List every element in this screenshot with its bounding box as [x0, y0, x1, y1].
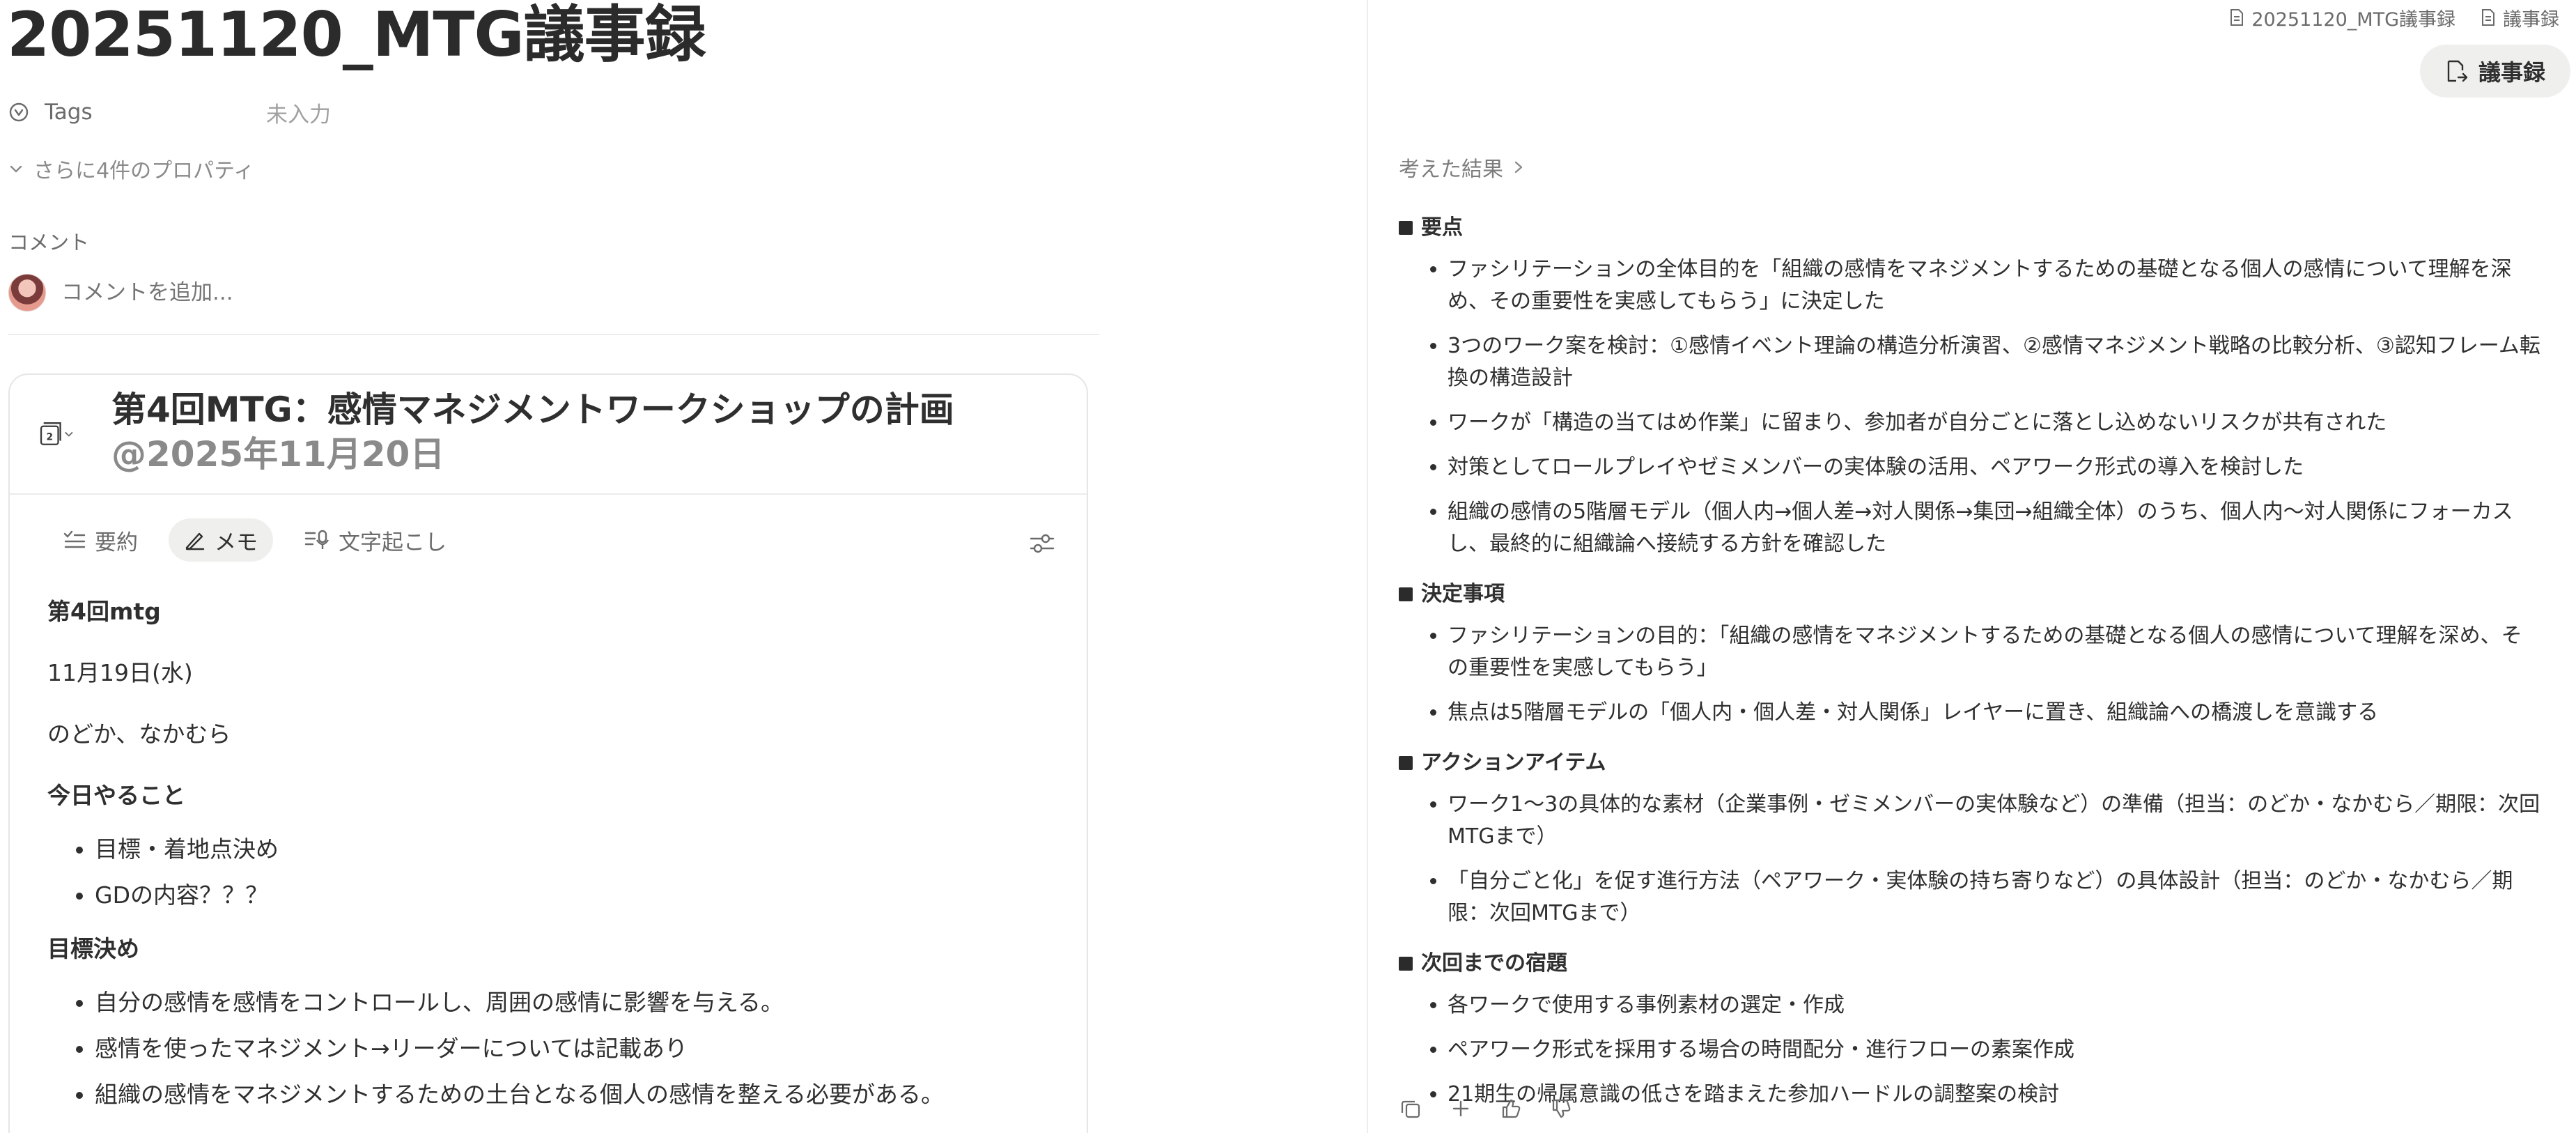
breadcrumb-label: 20251120_MTG議事録: [2251, 8, 2455, 31]
list-item: ファシリテーションの目的：「組織の感情をマネジメントするための基礎となる個人の感…: [1448, 620, 2541, 684]
document-pane: 20251120_MTG議事録 Tags 未入力 さらに4件のプロパティ コメン…: [0, 0, 1367, 1133]
card-icon-badge: 2: [47, 432, 54, 443]
list-item: 21期生の帰属意識の低さを踏まえた参加ハードルの調整案の検討: [1448, 1079, 2541, 1111]
tab-transcript-label: 文字起こし: [339, 530, 447, 555]
list-item: ファシリテーションの全体目的を「組織の感情をマネジメントするための基礎となる個人…: [1448, 254, 2541, 318]
list-item: 感情を使ったマネジメント→リーダーについては記載あり: [95, 1026, 1064, 1072]
add-icon[interactable]: [1449, 1097, 1473, 1120]
breadcrumb-item[interactable]: 20251120_MTG議事録: [2229, 4, 2455, 31]
meeting-notes-icon[interactable]: 2: [39, 417, 75, 453]
summary-list-icon: [63, 530, 86, 548]
property-tags[interactable]: Tags 未入力: [8, 95, 331, 130]
response-actions: [1399, 1097, 1573, 1120]
section-heading-label: 要点: [1421, 215, 1463, 240]
tab-memo[interactable]: メモ: [169, 518, 273, 562]
list-item: 対策としてロールプレイやゼミメンバーの実体験の活用、ペアワーク形式の導入を検討し…: [1448, 452, 2541, 484]
memo-heading: 今日やること: [47, 782, 185, 809]
breadcrumb-item[interactable]: 議事録: [2481, 4, 2559, 31]
section-heading-action-items: アクションアイテム: [1399, 741, 2541, 785]
thought-label: 考えた結果: [1399, 157, 1503, 182]
tab-memo-label: メモ: [215, 530, 258, 555]
section-heading-label: 決定事項: [1421, 582, 1505, 606]
tab-summary[interactable]: 要約: [47, 518, 153, 562]
section-heading-key-points: 要点: [1399, 206, 2541, 249]
list-item: 組織の感情をマネジメントするための土台となる個人の感情を整える必要がある。: [95, 1072, 1064, 1118]
ai-panel: 20251120_MTG議事録 議事録 議事録 考えた結果 要点 ファシリテーシ…: [1368, 0, 2576, 1133]
action-items-list: ワーク1〜3の具体的な素材（企業事例・ゼミメンバーの実体験など）の準備（担当：の…: [1399, 789, 2541, 930]
property-tags-label: Tags: [45, 100, 93, 125]
card-title-text: 第4回MTG：感情マネジメントワークショップの計画: [111, 390, 954, 430]
transcript-icon: [304, 530, 329, 549]
meeting-notes-card: 2 第4回MTG：感情マネジメントワークショップの計画 @2025年11月20日…: [8, 373, 1088, 1133]
divider: [8, 334, 1099, 335]
card-header: 2 第4回MTG：感情マネジメントワークショップの計画 @2025年11月20日: [10, 375, 1087, 495]
chevron-down-icon: [8, 161, 24, 176]
key-points-list: ファシリテーションの全体目的を「組織の感情をマネジメントするための基礎となる個人…: [1399, 254, 2541, 560]
settings-sliders-icon[interactable]: [1028, 530, 1056, 557]
memo-heading: 目標決め: [47, 935, 139, 962]
list-item: 焦点は5階層モデルの「個人内・個人差・対人関係」レイヤーに置き、組織論への橋渡し…: [1448, 697, 2541, 729]
thumbs-up-icon[interactable]: [1499, 1097, 1523, 1120]
list-item: 各ワークで使用する事例素材の選定・作成: [1448, 989, 2541, 1022]
comment-input[interactable]: [60, 279, 550, 306]
page-title[interactable]: 20251120_MTG議事録: [7, 0, 706, 70]
list-item: GDの内容？？？: [95, 872, 1064, 918]
tab-transcript[interactable]: 文字起こし: [288, 518, 462, 562]
property-tags-value[interactable]: 未入力: [266, 97, 331, 128]
section-heading-homework: 次回までの宿題: [1399, 942, 2541, 985]
square-bullet-icon: [1399, 756, 1413, 770]
section-heading-label: 次回までの宿題: [1421, 951, 1567, 976]
date-mention[interactable]: @2025年11月20日: [111, 434, 444, 475]
section-heading-decisions: 決定事項: [1399, 573, 2541, 616]
square-bullet-icon: [1399, 221, 1413, 235]
square-bullet-icon: [1399, 587, 1413, 601]
app-root: 20251120_MTG議事録 Tags 未入力 さらに4件のプロパティ コメン…: [0, 0, 2576, 1133]
list-item: 「自分ごと化」を促す進行方法（ペアワーク・実体験の持ち寄りなど）の具体設計（担当…: [1448, 865, 2541, 930]
list-item: 組織の感情の5階層モデル（個人内→個人差→対人関係→集団→組織全体）のうち、個人…: [1448, 496, 2541, 560]
goals-list: 自分の感情を感情をコントロールし、周囲の感情に影響を与える。 感情を使ったマネジ…: [47, 980, 1064, 1118]
copy-icon[interactable]: [1399, 1097, 1422, 1120]
comments-heading: コメント: [8, 231, 90, 254]
page-icon: [2482, 9, 2494, 26]
more-properties-toggle[interactable]: さらに4件のプロパティ: [8, 153, 254, 184]
memo-members: のどか、なかむら: [47, 720, 231, 748]
list-item: ワークが「構造の当てはめ作業」に留まり、参加者が自分ごとに落とし込めないリスクが…: [1448, 407, 2541, 439]
breadcrumb-label: 議事録: [2503, 8, 2559, 31]
list-item: 自分の感情を感情をコントロールし、周囲の感情に影響を与える。: [95, 980, 1064, 1026]
chevron-right-icon: [1514, 161, 1523, 174]
tag-icon: [8, 100, 32, 124]
todo-list: 目標・着地点決め GDの内容？？？: [47, 826, 1064, 918]
square-bullet-icon: [1399, 957, 1413, 971]
list-item: 3つのワーク案を検討：①感情イベント理論の構造分析演習、②感情マネジメント戦略の…: [1448, 330, 2541, 394]
insert-button-label: 議事録: [2478, 59, 2545, 86]
card-tabs: 要約 メモ 文字起こし: [47, 518, 462, 562]
page-icon: [2230, 9, 2244, 26]
thought-toggle[interactable]: 考えた結果: [1399, 152, 1524, 183]
list-item: 目標・着地点決め: [95, 826, 1064, 872]
section-heading-label: アクションアイテム: [1421, 750, 1606, 775]
memo-content[interactable]: 第4回mtg 11月19日(水) のどか、なかむら 今日やること 目標・着地点決…: [47, 581, 1064, 1118]
more-properties-label: さらに4件のプロパティ: [33, 159, 255, 183]
tab-summary-label: 要約: [95, 530, 138, 555]
insert-to-page-button[interactable]: 議事録: [2419, 45, 2570, 98]
thumbs-down-icon[interactable]: [1549, 1097, 1573, 1120]
pencil-icon: [185, 532, 205, 550]
insert-page-icon: [2447, 60, 2468, 82]
card-title[interactable]: 第4回MTG：感情マネジメントワークショップの計画 @2025年11月20日: [111, 387, 1066, 477]
decisions-list: ファシリテーションの目的：「組織の感情をマネジメントするための基礎となる個人の感…: [1399, 620, 2541, 729]
memo-heading: 第4回mtg: [47, 598, 161, 625]
summary-output: 要点 ファシリテーションの全体目的を「組織の感情をマネジメントするための基礎とな…: [1399, 206, 2541, 1123]
list-item: ワーク1〜3の具体的な素材（企業事例・ゼミメンバーの実体験など）の準備（担当：の…: [1448, 789, 2541, 853]
memo-date: 11月19日(水): [47, 659, 193, 686]
avatar: [8, 274, 46, 311]
breadcrumb: 20251120_MTG議事録 議事録: [2229, 3, 2559, 32]
homework-list: 各ワークで使用する事例素材の選定・作成 ペアワーク形式を採用する場合の時間配分・…: [1399, 989, 2541, 1111]
comment-row: [8, 272, 550, 314]
list-item: ペアワーク形式を採用する場合の時間配分・進行フローの素案作成: [1448, 1034, 2541, 1066]
